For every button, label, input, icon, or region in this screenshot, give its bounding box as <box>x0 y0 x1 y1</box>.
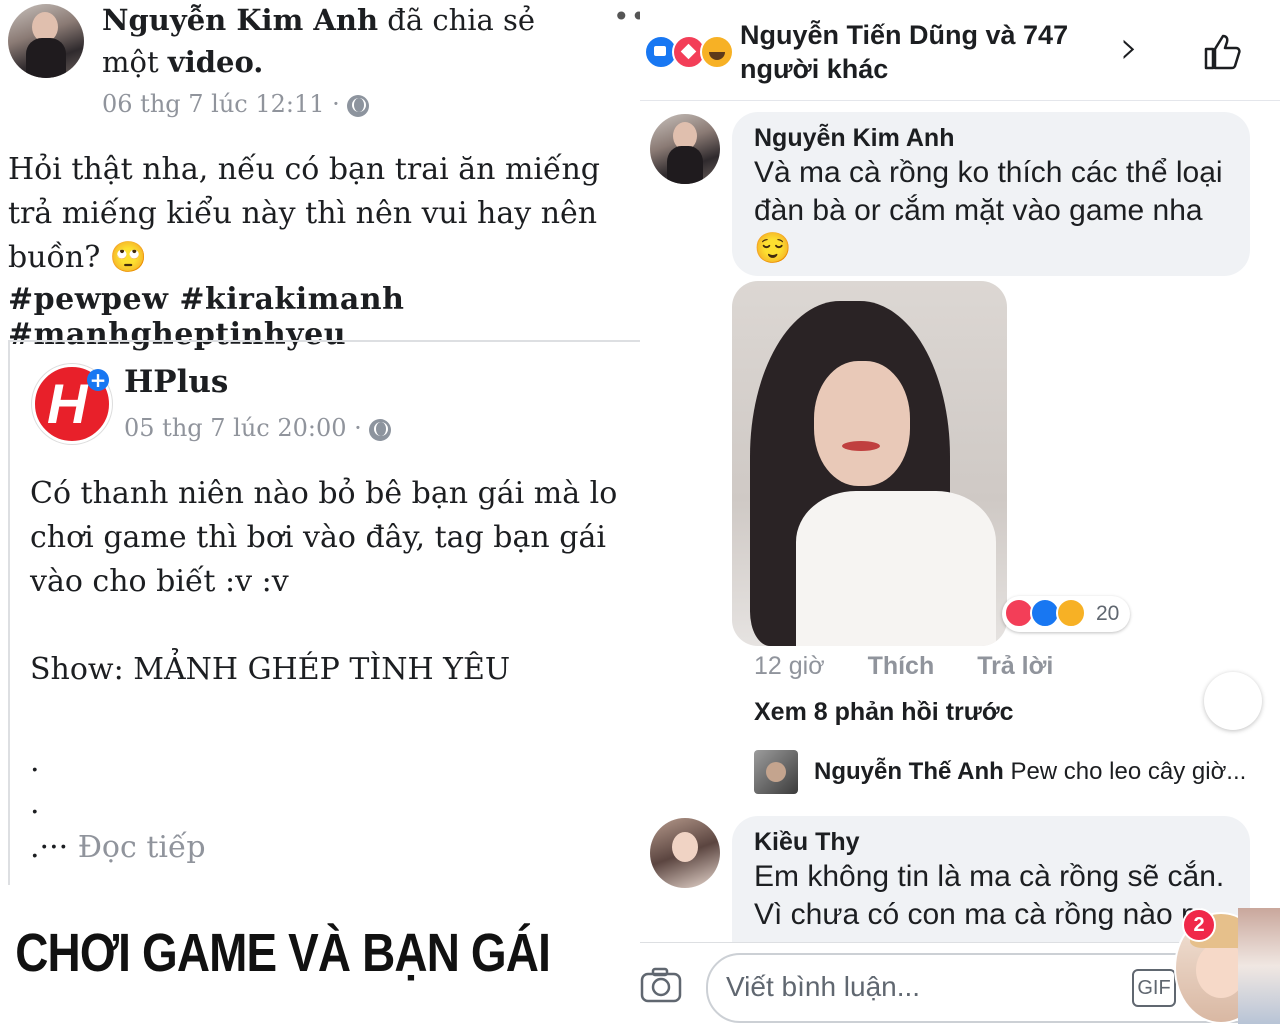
hplus-logo[interactable]: H + <box>32 364 112 444</box>
comment-time: 12 giờ <box>754 652 825 680</box>
comment-actions: 12 giờ Thích Trả lời <box>754 652 1053 681</box>
show-title: Show: MẢNH GHÉP TÌNH YÊU <box>30 652 511 687</box>
shared-body-line1: Có thanh niên nào bỏ bê bạn gái mà lo <box>30 476 618 511</box>
comment-photo[interactable] <box>732 281 1007 646</box>
author-name[interactable]: Nguyễn Kim Anh <box>102 3 378 37</box>
shared-timestamp[interactable]: 05 thg 7 lúc 20:00 · <box>124 414 392 442</box>
reaction-count: 20 <box>1096 602 1120 625</box>
reply-author: Nguyễn Thế Anh <box>814 758 1004 785</box>
post-body-line2: trả miếng kiểu này thì nên vui hay nên <box>8 196 598 231</box>
reactors-text: Nguyễn Tiến Dũng và 747 người khác <box>740 18 1068 86</box>
ellipsis-dot-2: . <box>30 786 40 821</box>
commenter-avatar[interactable] <box>650 114 720 184</box>
plus-icon: + <box>87 369 109 391</box>
post-body: Hỏi thật nha, nếu có bạn trai ăn miếng t… <box>8 148 633 280</box>
haha-reaction-icon <box>700 35 734 69</box>
comment-text-line2: đàn bà or cắm mặt vào game nha <box>754 194 1203 227</box>
chevron-right-icon[interactable]: › <box>1120 20 1138 74</box>
author-avatar[interactable] <box>8 4 84 78</box>
globe-icon <box>369 418 392 441</box>
banner-title: CHƠI GAME VÀ BẠN GÁI <box>15 923 551 983</box>
camera-icon[interactable] <box>640 967 682 1003</box>
thumbs-up-icon[interactable] <box>1202 32 1242 72</box>
read-more-link[interactable]: Đọc tiếp <box>78 830 206 865</box>
shared-body-line3: vào cho biết :v :v <box>30 564 289 599</box>
loading-spinner <box>1204 672 1262 730</box>
post-body-line3-text: buồn? <box>8 240 101 275</box>
comment-text-line1: Và ma cà rồng ko thích các thể loại <box>754 156 1223 189</box>
commenter-avatar-2[interactable] <box>650 818 720 888</box>
shared-body-line2: chơi game thì bơi vào đây, tag bạn gái <box>30 520 606 555</box>
page-name[interactable]: HPlus <box>124 364 228 400</box>
eye-roll-emoji: 🙄 <box>109 240 148 275</box>
view-previous-replies[interactable]: Xem 8 phản hồi trước <box>754 698 1014 727</box>
share-action2: một <box>102 45 159 79</box>
ellipsis-dot-1: . <box>30 744 40 779</box>
like-action[interactable]: Thích <box>868 652 935 680</box>
reactors-line1: Nguyễn Tiến Dũng và 747 <box>740 20 1069 50</box>
reply-avatar[interactable] <box>754 750 798 794</box>
comment2-line2: Vì chưa có con ma cà rồng nào m <box>754 898 1206 931</box>
comment-input-placeholder: Viết bình luận... <box>726 971 921 1002</box>
reply-preview[interactable]: Nguyễn Thế Anh Pew cho leo cây giờ... <box>814 758 1246 786</box>
post-timestamp[interactable]: 06 thg 7 lúc 12:11 · <box>102 90 370 118</box>
chat-badge: 2 <box>1182 908 1216 942</box>
post-body-line1: Hỏi thật nha, nếu có bạn trai ăn miếng <box>8 152 600 187</box>
comment-author[interactable]: Nguyễn Kim Anh <box>754 124 954 153</box>
comments-panel: Nguyễn Tiến Dũng và 747 người khác › Ngu… <box>640 0 1280 1025</box>
comment-text: Và ma cà rồng ko thích các thể loại đàn … <box>754 154 1223 268</box>
timestamp-text: 06 thg 7 lúc 12:11 · <box>102 90 340 118</box>
post-header-line2: một video. <box>102 42 263 82</box>
comment-author-2[interactable]: Kiều Thy <box>754 828 860 857</box>
shared-body: Có thanh niên nào bỏ bê bạn gái mà lo ch… <box>30 472 630 604</box>
hplus-logo-letter: H <box>47 372 88 435</box>
post-header: Nguyễn Kim Anh đã chia sẻ <box>102 0 535 40</box>
read-more[interactable]: .··· Đọc tiếp <box>30 830 206 865</box>
globe-icon <box>347 94 370 117</box>
relieved-emoji: 😌 <box>754 232 792 265</box>
read-more-prefix: .··· <box>30 830 69 865</box>
share-action: đã chia sẻ <box>387 3 536 37</box>
gif-button[interactable]: GIF <box>1132 969 1176 1007</box>
reply-text: Pew cho leo cây giờ... <box>1010 758 1247 785</box>
chat-head-avatar-2[interactable] <box>1238 908 1280 1024</box>
haha-reaction-icon <box>1056 598 1086 628</box>
reactors-line2: người khác <box>740 54 889 84</box>
shared-post-panel: Nguyễn Kim Anh đã chia sẻ một video. •••… <box>0 0 665 1024</box>
comment-text-2: Em không tin là ma cà rồng sẽ cắn. Vì ch… <box>754 858 1224 934</box>
reply-action[interactable]: Trả lời <box>977 652 1053 680</box>
post-body-line3: buồn? 🙄 <box>8 236 633 280</box>
shared-timestamp-text: 05 thg 7 lúc 20:00 · <box>124 414 362 442</box>
comment-reactions-pill[interactable]: 20 <box>1002 596 1130 632</box>
shared-object[interactable]: video. <box>168 45 264 79</box>
comment2-line1: Em không tin là ma cà rồng sẽ cắn. <box>754 860 1225 893</box>
reactions-summary-bar[interactable]: Nguyễn Tiến Dũng và 747 người khác › <box>640 0 1280 101</box>
